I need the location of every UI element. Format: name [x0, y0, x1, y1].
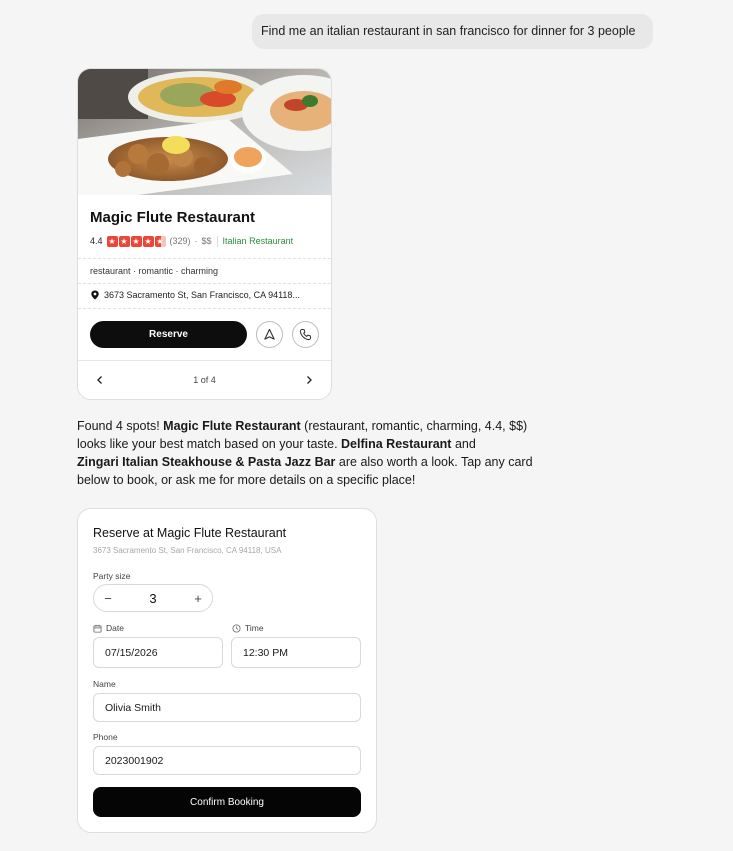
price-level: $$: [201, 236, 212, 246]
directions-button[interactable]: [256, 321, 283, 348]
form-address: 3673 Sacramento St, San Francisco, CA 94…: [93, 546, 282, 555]
star-icon: ★: [130, 235, 142, 247]
name-label-text: Name: [93, 679, 116, 689]
assistant-message: Found 4 spots! Magic Flute Restaurant (r…: [77, 417, 547, 489]
restaurant-photo: [78, 69, 331, 195]
divider: [78, 308, 331, 309]
time-label: Time: [232, 623, 264, 633]
category-label: Italian Restaurant: [222, 236, 294, 246]
time-label-text: Time: [245, 623, 264, 633]
restaurant-card[interactable]: Magic Flute Restaurant 4.4 ★ ★ ★ ★ ★ (32…: [77, 68, 332, 400]
card-pager: 1 of 4: [78, 361, 331, 399]
name-label: Name: [93, 679, 116, 689]
tag-list: restaurant · romantic · charming: [90, 266, 219, 276]
reserve-button[interactable]: Reserve: [90, 321, 247, 348]
clock-icon: [232, 623, 241, 633]
increment-button[interactable]: +: [184, 591, 212, 606]
decrement-button[interactable]: −: [94, 591, 122, 606]
party-size-label-text: Party size: [93, 571, 131, 581]
best-match-name: Magic Flute Restaurant: [163, 419, 301, 433]
alternative-name-1: Delfina Restaurant: [341, 437, 452, 451]
rating-row: 4.4 ★ ★ ★ ★ ★ (329) · $$ Italian Restaur…: [90, 234, 293, 248]
date-input[interactable]: 07/15/2026: [93, 637, 223, 668]
restaurant-name: Magic Flute Restaurant: [90, 209, 256, 226]
star-half-icon: ★: [154, 235, 166, 247]
calendar-icon: [93, 624, 102, 633]
assistant-intro: Found 4 spots!: [77, 419, 164, 433]
user-message-bubble: Find me an italian restaurant in san fra…: [252, 14, 653, 49]
separator-dot: ·: [194, 236, 198, 246]
confirm-booking-button[interactable]: Confirm Booking: [93, 787, 361, 817]
rating-value: 4.4: [90, 236, 103, 246]
call-button[interactable]: [292, 321, 319, 348]
review-count: (329): [169, 236, 191, 246]
star-rating: ★ ★ ★ ★ ★: [106, 235, 166, 247]
star-icon: ★: [106, 235, 118, 247]
location-pin-icon: [91, 290, 99, 300]
date-label-text: Date: [106, 623, 124, 633]
meta-divider: [216, 235, 218, 247]
phone-icon: [299, 328, 312, 341]
divider: [78, 258, 331, 259]
address-row: 3673 Sacramento St, San Francisco, CA 94…: [90, 290, 300, 300]
chevron-right-icon[interactable]: [303, 374, 315, 386]
phone-input[interactable]: 2023001902: [93, 746, 361, 775]
star-icon: ★: [118, 235, 130, 247]
party-size-label: Party size: [93, 571, 130, 581]
phone-label: Phone: [93, 732, 118, 742]
chevron-left-icon[interactable]: [94, 374, 106, 386]
divider: [78, 283, 331, 284]
name-input[interactable]: Olivia Smith: [93, 693, 361, 722]
restaurant-address: 3673 Sacramento St, San Francisco, CA 94…: [104, 290, 300, 300]
date-label: Date: [93, 623, 124, 633]
pager-label: 1 of 4: [193, 375, 216, 385]
and-text: and: [451, 437, 476, 451]
time-input[interactable]: 12:30 PM: [231, 637, 361, 668]
party-size-stepper[interactable]: − 3 +: [93, 584, 213, 612]
phone-label-text: Phone: [93, 732, 118, 742]
party-size-value: 3: [149, 590, 157, 606]
alternative-name-2: Zingari Italian Steakhouse & Pasta Jazz …: [77, 455, 336, 469]
form-title: Reserve at Magic Flute Restaurant: [93, 526, 287, 540]
star-icon: ★: [142, 235, 154, 247]
navigate-arrow-icon: [264, 328, 275, 340]
booking-form: Reserve at Magic Flute Restaurant 3673 S…: [77, 508, 377, 833]
user-message-text: Find me an italian restaurant in san fra…: [261, 24, 636, 38]
